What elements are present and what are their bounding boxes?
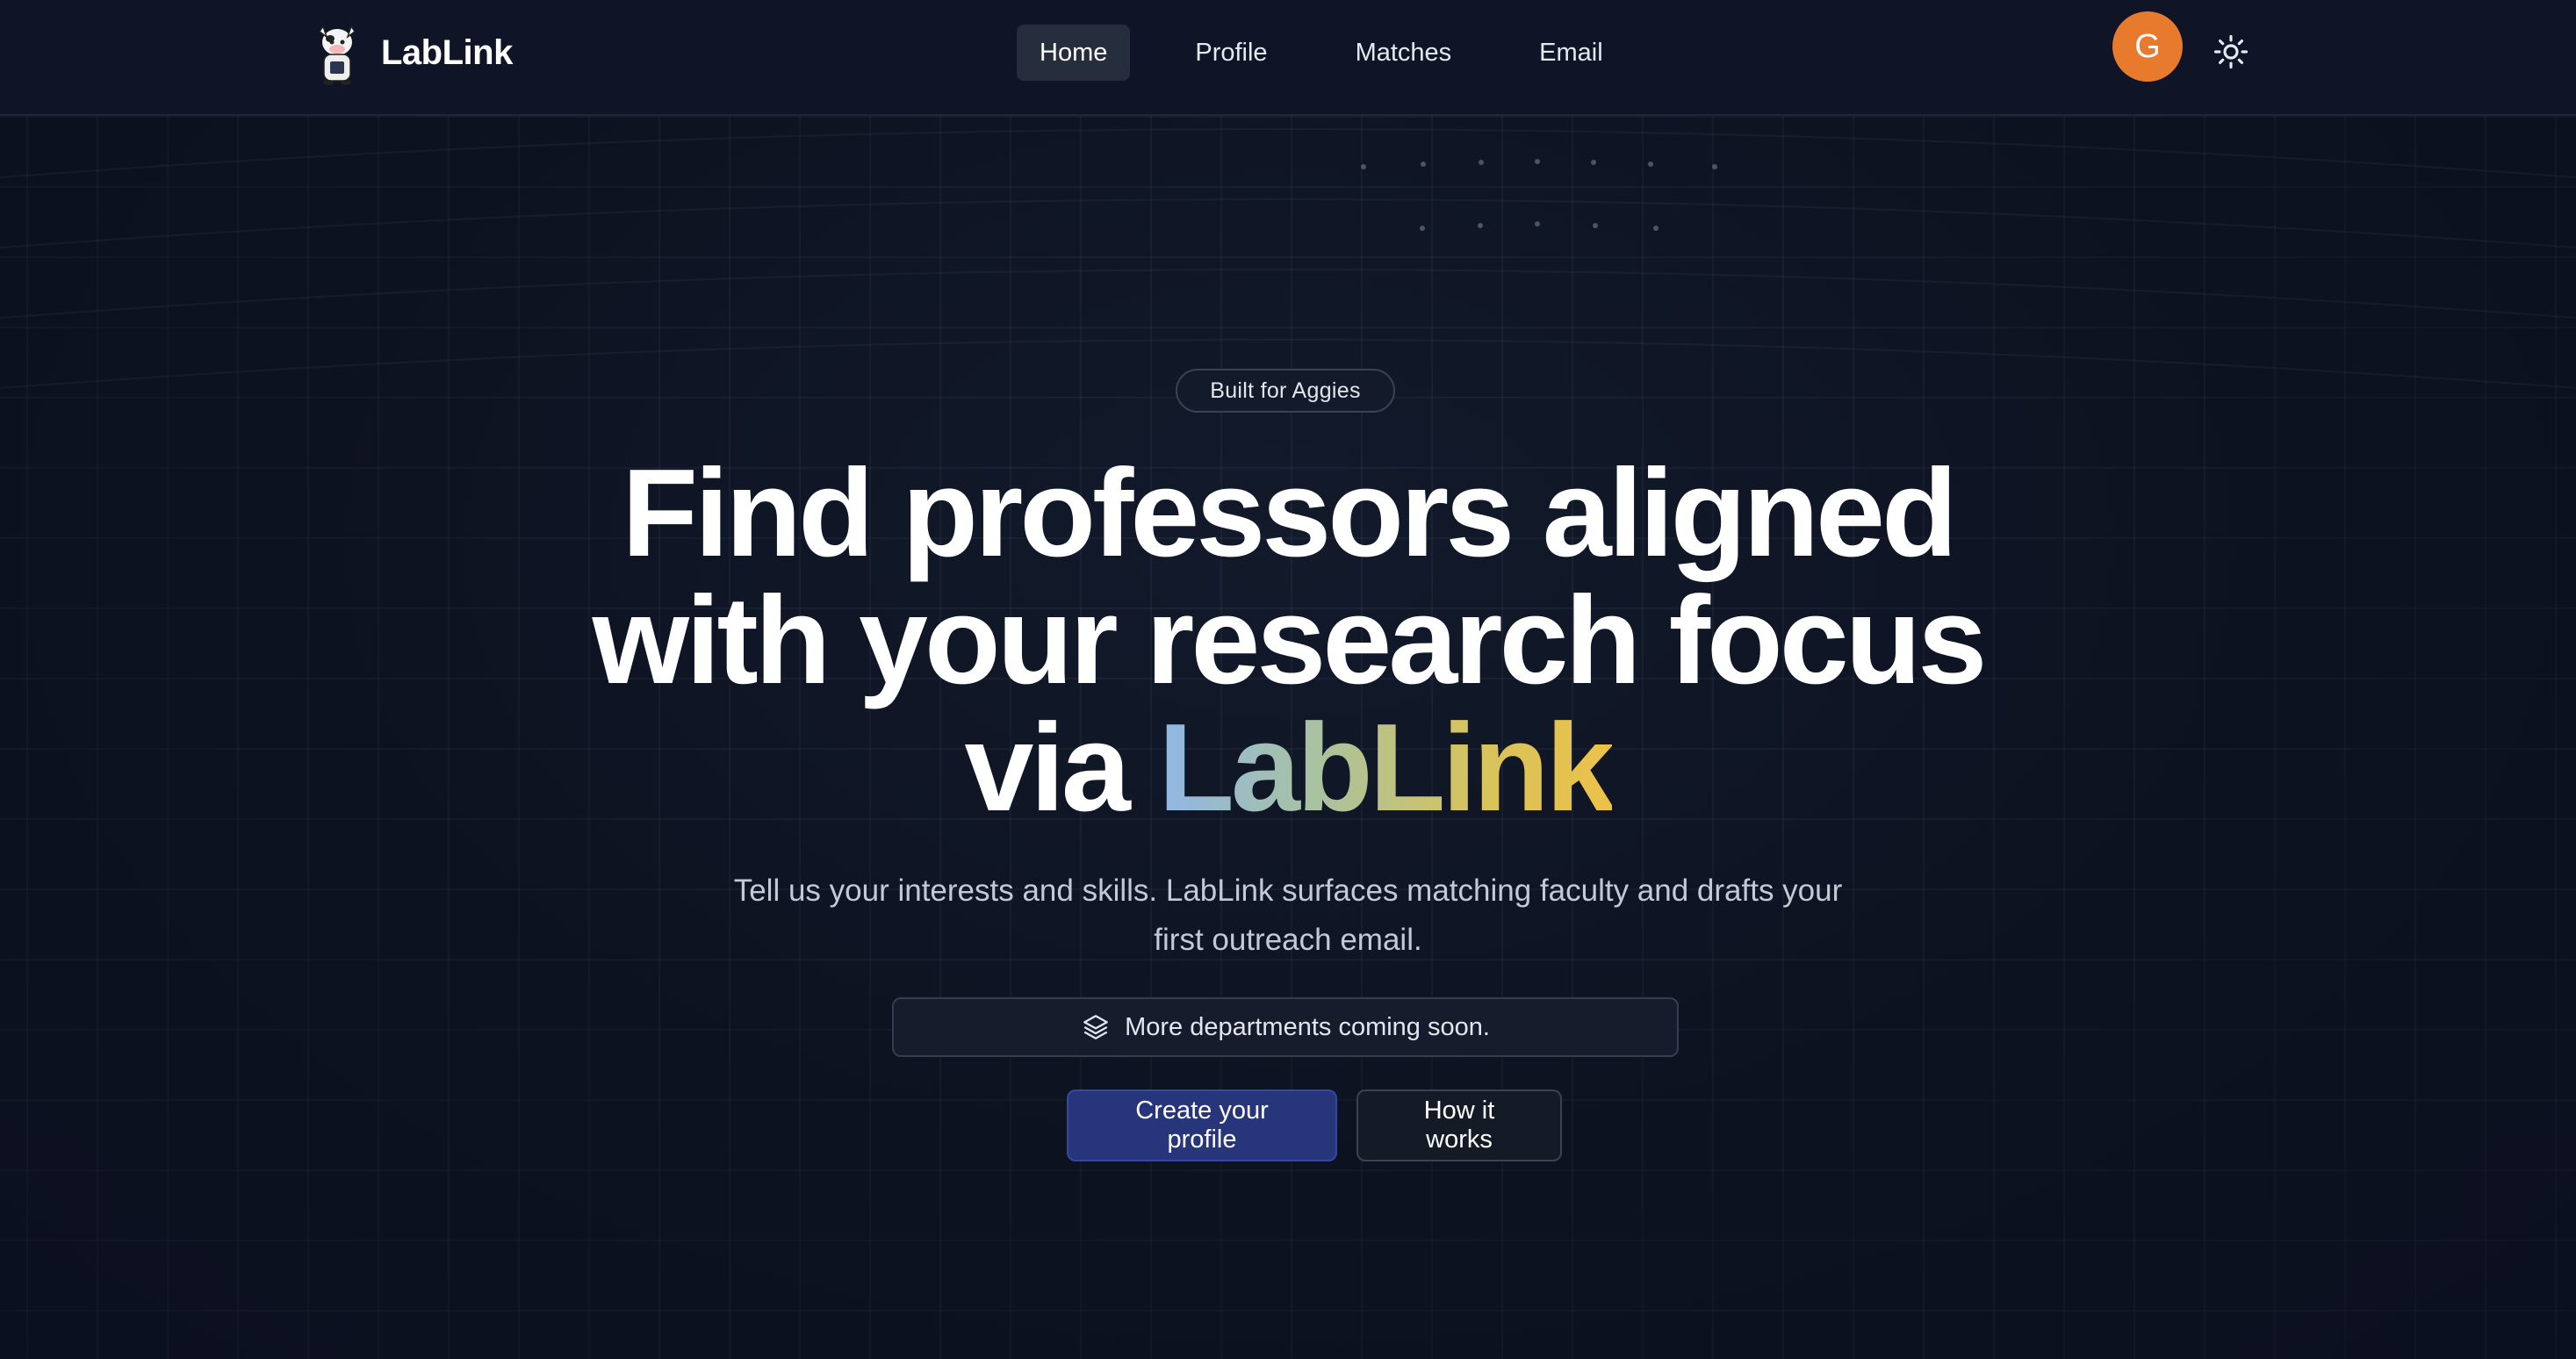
hero-headline: Find professors aligned with your resear… xyxy=(0,449,2576,831)
built-for-badge: Built for Aggies xyxy=(1176,369,1395,413)
sun-icon[interactable] xyxy=(2213,33,2249,70)
departments-notice: More departments coming soon. xyxy=(892,997,1679,1057)
brand-name: LabLink xyxy=(381,32,513,72)
page: LabLink Home Profile Matches Email G Bui… xyxy=(0,0,2576,1359)
subtitle-line-2: first outreach email. xyxy=(1154,923,1422,957)
headline-highlight: LabLink xyxy=(1158,698,1615,838)
cta-row: Create your profile How it works xyxy=(0,1089,2576,1161)
layers-icon xyxy=(1083,1015,1108,1039)
nav-email[interactable]: Email xyxy=(1516,25,1626,81)
notice-text: More departments coming soon. xyxy=(1125,1012,1490,1041)
headline-line-1: Find professors aligned xyxy=(622,443,1958,583)
create-profile-button[interactable]: Create your profile xyxy=(1067,1089,1337,1161)
hero-subtitle: Tell us your interests and skills. LabLi… xyxy=(673,866,1903,965)
headline-line-3: via LabLink xyxy=(0,704,2576,831)
nav-home[interactable]: Home xyxy=(1017,25,1131,81)
main-nav: Home Profile Matches Email xyxy=(1017,25,1626,81)
top-navbar: LabLink Home Profile Matches Email G xyxy=(0,0,2576,116)
nav-matches[interactable]: Matches xyxy=(1333,25,1475,81)
subtitle-line-1: Tell us your interests and skills. LabLi… xyxy=(733,874,1843,908)
headline-line-2: with your research focus xyxy=(592,571,1988,710)
how-it-works-button[interactable]: How it works xyxy=(1356,1089,1562,1161)
cow-mascot-icon xyxy=(318,25,356,85)
brand-link[interactable]: LabLink xyxy=(313,19,513,86)
headline-prefix: via xyxy=(964,698,1159,838)
user-avatar[interactable]: G xyxy=(2112,11,2183,82)
nav-profile[interactable]: Profile xyxy=(1172,25,1290,81)
